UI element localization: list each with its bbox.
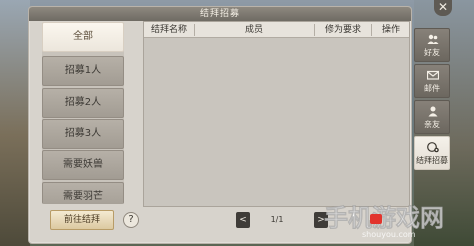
tab-label: 好友 [424, 48, 440, 57]
window-title: 结拜招募 [199, 9, 240, 19]
page-prev-button[interactable]: < [236, 212, 250, 228]
tab-sworn-recruit[interactable]: 结拜招募 [414, 136, 450, 170]
tab-label: 邮件 [424, 84, 440, 93]
col-members: 成员 [244, 25, 263, 35]
sworn-recruit-icon [427, 142, 439, 153]
go-sworn-button[interactable]: 前往结拜 [50, 210, 114, 230]
filter-recruit-3[interactable]: 招募3人 [42, 119, 124, 149]
site-watermark: 手机游戏网 shouyou.com [324, 204, 445, 239]
close-button[interactable]: ✕ [434, 0, 452, 16]
tab-label: 亲友 [424, 120, 440, 129]
relatives-icon [428, 106, 438, 117]
filter-list: 全部 招募1人 招募2人 招募3人 需要妖兽 需要羽芒 [42, 22, 124, 204]
tab-label: 结拜招募 [416, 156, 448, 165]
filter-need-feather[interactable]: 需要羽芒 [42, 182, 124, 204]
title-bar: 结拜招募 [29, 7, 411, 21]
background-left [0, 0, 30, 246]
filter-all[interactable]: 全部 [42, 22, 124, 52]
page-indicator: 1/1 [270, 215, 284, 224]
tab-relatives[interactable]: 亲友 [414, 100, 450, 134]
side-tab-bar: 好友 邮件 亲友 结拜招募 [414, 28, 450, 178]
svg-text:手机游戏网: 手机游戏网 [324, 204, 444, 232]
table-header: 结拜名称 成员 修为要求 操作 [144, 22, 409, 38]
tab-mail[interactable]: 邮件 [414, 64, 450, 98]
col-requirement: 修为要求 [324, 25, 361, 35]
filter-recruit-1[interactable]: 招募1人 [42, 56, 124, 86]
tab-friends[interactable]: 好友 [414, 28, 450, 62]
help-icon[interactable]: ? [123, 212, 139, 228]
friends-icon [427, 34, 439, 44]
svg-text:shouyou.com: shouyou.com [362, 230, 416, 239]
col-action: 操作 [381, 25, 400, 35]
col-sworn-name: 结拜名称 [150, 25, 187, 35]
recruit-table: 结拜名称 成员 修为要求 操作 [143, 21, 410, 207]
mail-icon [427, 70, 439, 80]
filter-recruit-2[interactable]: 招募2人 [42, 88, 124, 118]
filter-need-beast[interactable]: 需要妖兽 [42, 150, 124, 180]
